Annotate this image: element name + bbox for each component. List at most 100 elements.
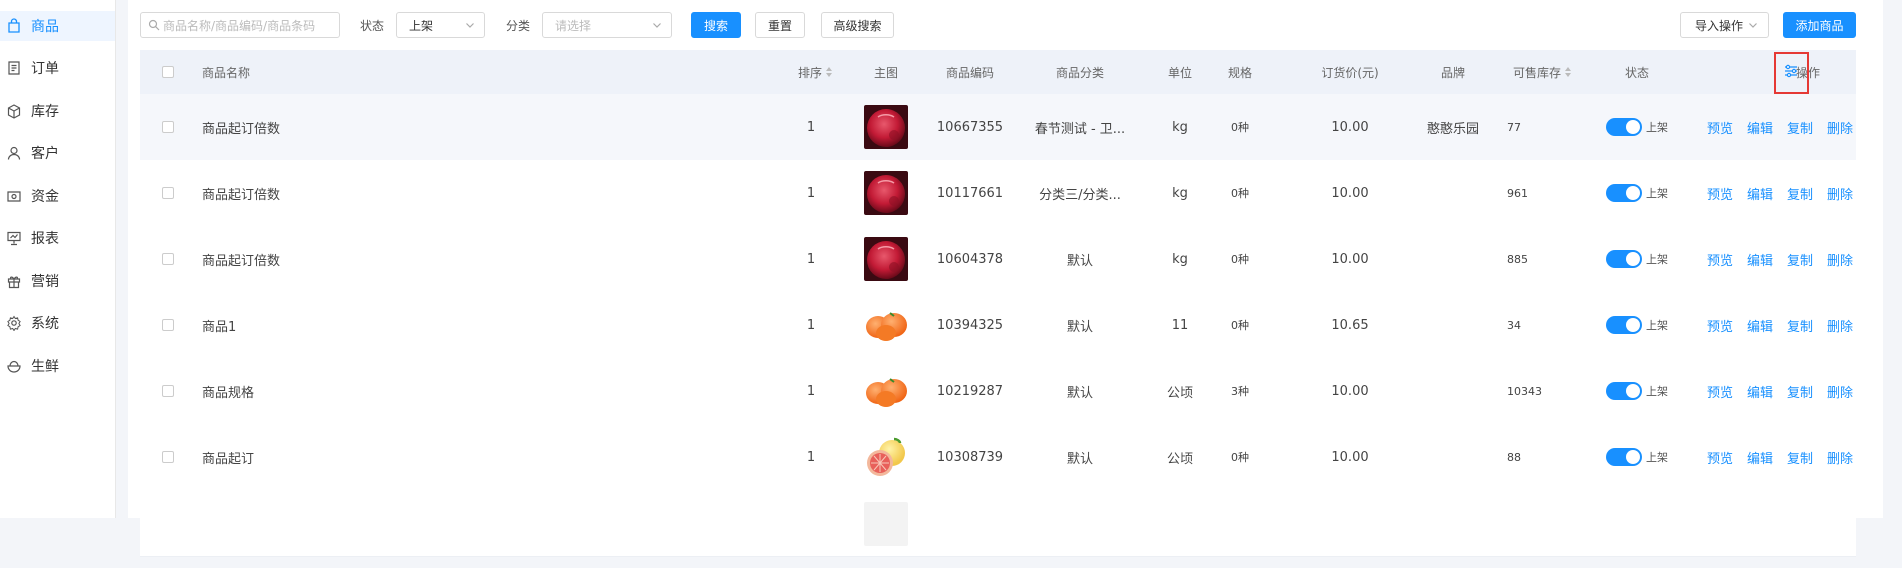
table-row[interactable]: 商品1 1 10394325 默认 11 0种 10.65 34 上架 预览 编辑 复制 删除 (140, 292, 1856, 359)
sort-value: 1 (806, 449, 816, 465)
document-icon (6, 60, 22, 76)
toggle-switch[interactable] (1606, 250, 1642, 268)
sidebar-item-label: 商品 (31, 19, 59, 35)
toggle-switch[interactable] (1606, 184, 1642, 202)
delete-link[interactable]: 删除 (1827, 382, 1853, 401)
product-brand (1408, 358, 1498, 424)
product-name: 商品起订倍数 (202, 121, 281, 137)
product-unit: kg (1172, 119, 1188, 135)
copy-link[interactable]: 复制 (1787, 382, 1813, 401)
product-category: 默认 (1066, 253, 1093, 269)
edit-link[interactable]: 编辑 (1747, 448, 1773, 467)
preview-link[interactable]: 预览 (1707, 118, 1733, 137)
sort-value: 1 (806, 383, 816, 399)
table-row[interactable]: 商品起订 1 10308739 默认 公顷 0种 10.00 88 上架 预览 编辑 复制 删除 (140, 424, 1856, 491)
copy-link[interactable]: 复制 (1787, 448, 1813, 467)
row-actions: 预览 编辑 复制 删除 (1700, 226, 1860, 292)
sidebar-item-reports[interactable]: 报表 (0, 223, 115, 253)
sidebar-item-funds[interactable]: 资金 (0, 181, 115, 211)
sidebar-item-marketing[interactable]: 营销 (0, 266, 115, 296)
status-toggle[interactable]: 上架 (1592, 424, 1682, 490)
toggle-switch[interactable] (1606, 382, 1642, 400)
toggle-switch[interactable] (1606, 448, 1642, 466)
copy-link[interactable]: 复制 (1787, 118, 1813, 137)
row-actions: 预览 编辑 复制 删除 (1700, 160, 1860, 226)
product-spec: 3种 (1231, 385, 1249, 398)
product-thumbnail (864, 105, 908, 149)
product-image[interactable] (856, 226, 916, 292)
product-spec: 0种 (1231, 319, 1249, 332)
table-row[interactable]: 商品起订倍数 1 10667355 春节测试 - 卫... kg 0种 10.00 憨憨乐园 7… (140, 94, 1856, 161)
product-brand (1408, 292, 1498, 358)
table-row[interactable]: 商品起订倍数 1 10604378 默认 kg 0种 10.00 885 上架 预览 编辑 复制 删除 (140, 226, 1856, 293)
sidebar-item-inventory[interactable]: 库存 (0, 96, 115, 126)
product-price: 10.00 (1331, 119, 1369, 135)
copy-link[interactable]: 复制 (1787, 250, 1813, 269)
sidebar-item-label: 生鲜 (31, 359, 59, 375)
table-row[interactable]: 商品规格 1 10219287 默认 公顷 3种 10.00 10343 上架 预览 编辑 复制 删除 (140, 358, 1856, 425)
delete-link[interactable]: 删除 (1827, 448, 1853, 467)
status-toggle[interactable]: 上架 (1592, 358, 1682, 424)
sidebar-item-label: 库存 (31, 104, 59, 120)
delete-link[interactable]: 删除 (1827, 250, 1853, 269)
sort-value: 1 (806, 185, 816, 201)
edit-link[interactable]: 编辑 (1747, 118, 1773, 137)
sidebar-item-system[interactable]: 系统 (0, 308, 115, 338)
copy-link[interactable]: 复制 (1787, 316, 1813, 335)
table-row[interactable]: 商品起订倍数 1 10117661 分类三/分类... kg 0种 10.00 961 上架 预览… (140, 160, 1856, 227)
product-unit: 公顷 (1166, 451, 1193, 467)
row-checkbox[interactable] (162, 385, 174, 397)
edit-link[interactable]: 编辑 (1747, 382, 1773, 401)
chart-board-icon (6, 230, 22, 246)
preview-link[interactable]: 预览 (1707, 316, 1733, 335)
edit-link[interactable]: 编辑 (1747, 184, 1773, 203)
preview-link[interactable]: 预览 (1707, 382, 1733, 401)
status-text: 上架 (1646, 319, 1668, 332)
product-category: 默认 (1066, 319, 1093, 335)
delete-link[interactable]: 删除 (1827, 184, 1853, 203)
sidebar-item-products[interactable]: 商品 (0, 11, 115, 41)
row-checkbox[interactable] (162, 451, 174, 463)
preview-link[interactable]: 预览 (1707, 448, 1733, 467)
product-stock: 961 (1507, 186, 1528, 200)
edit-link[interactable]: 编辑 (1747, 316, 1773, 335)
product-price: 10.65 (1331, 317, 1369, 333)
sidebar-item-orders[interactable]: 订单 (0, 53, 115, 83)
delete-link[interactable]: 删除 (1827, 316, 1853, 335)
product-stock: 34 (1507, 318, 1521, 332)
row-checkbox[interactable] (162, 187, 174, 199)
product-image[interactable] (856, 94, 916, 160)
table-row-partial (140, 490, 1856, 557)
status-toggle[interactable]: 上架 (1592, 292, 1682, 358)
copy-link[interactable]: 复制 (1787, 184, 1813, 203)
product-spec: 0种 (1231, 253, 1249, 266)
product-stock: 77 (1507, 120, 1521, 134)
edit-link[interactable]: 编辑 (1747, 250, 1773, 269)
status-toggle[interactable]: 上架 (1592, 160, 1682, 226)
status-toggle[interactable]: 上架 (1592, 94, 1682, 160)
status-toggle[interactable]: 上架 (1592, 226, 1682, 292)
product-image[interactable] (856, 160, 916, 226)
bag-icon (6, 18, 22, 34)
row-checkbox[interactable] (162, 253, 174, 265)
delete-link[interactable]: 删除 (1827, 118, 1853, 137)
sidebar-item-customers[interactable]: 客户 (0, 138, 115, 168)
product-category: 分类三/分类... (1039, 187, 1121, 203)
preview-link[interactable]: 预览 (1707, 184, 1733, 203)
product-image[interactable] (856, 358, 916, 424)
product-brand (1408, 160, 1498, 226)
product-stock: 885 (1507, 252, 1528, 266)
toggle-switch[interactable] (1606, 118, 1642, 136)
status-text: 上架 (1646, 451, 1668, 464)
bowl-icon (6, 358, 22, 374)
row-checkbox[interactable] (162, 121, 174, 133)
toggle-switch[interactable] (1606, 316, 1642, 334)
wallet-icon (6, 188, 22, 204)
sidebar-item-fresh[interactable]: 生鲜 (0, 351, 115, 381)
product-code: 10667355 (936, 119, 1004, 135)
preview-link[interactable]: 预览 (1707, 250, 1733, 269)
row-checkbox[interactable] (162, 319, 174, 331)
product-price: 10.00 (1331, 251, 1369, 267)
product-image[interactable] (856, 424, 916, 490)
product-image[interactable] (856, 292, 916, 358)
